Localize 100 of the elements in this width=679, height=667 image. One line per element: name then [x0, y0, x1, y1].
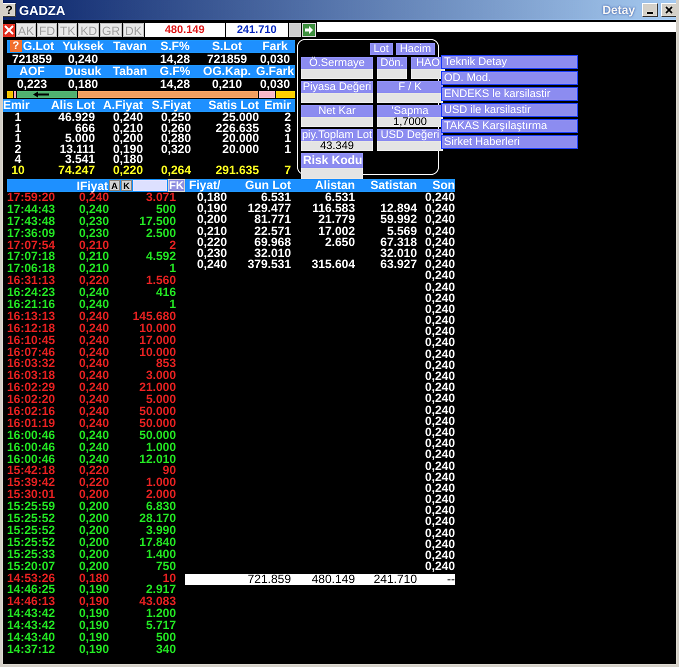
- table-cell-text: 0,240: [424, 315, 455, 326]
- table-cell-text: 5.569: [386, 226, 417, 237]
- table-cell-text: 16:02:29: [7, 382, 56, 394]
- column-header: Satistan: [369, 179, 417, 192]
- table-cell-text: 28.170: [138, 513, 176, 525]
- table-cell-text: 16:00:46: [7, 442, 56, 454]
- table-cell-text: 0,030: [258, 52, 292, 65]
- table-cell-text: 10: [162, 572, 176, 584]
- table-cell-text: 3.071: [144, 192, 176, 204]
- field-label: Net Kar: [301, 105, 373, 117]
- menu-button[interactable]: ENDEKS le karsilastir: [441, 87, 578, 101]
- table-cell-text: 0,240: [424, 226, 455, 237]
- menu-button[interactable]: TAKAS Karşılaştırma: [441, 119, 578, 133]
- table-cell-text: 853: [156, 358, 176, 370]
- column-header: Emir: [263, 99, 291, 112]
- table-cell-text: 15:25:33: [7, 548, 56, 561]
- table-cell-text: 0,210: [112, 122, 143, 133]
- blank-field: [288, 23, 301, 37]
- help-icon[interactable]: ?: [3, 3, 16, 17]
- table-cell-text: 0,240: [424, 192, 455, 204]
- toolbar-button[interactable]: FD: [37, 23, 58, 37]
- table-cell-text: 13.111: [58, 144, 95, 154]
- table-cell-text: 0,240: [78, 322, 109, 335]
- header-label: S.Lot: [212, 40, 242, 52]
- fk-button[interactable]: FK: [168, 179, 185, 192]
- table-cell-text: 0,210: [78, 240, 109, 252]
- table-cell-text: 15:20:07: [7, 560, 56, 572]
- table-cell-text: 0,250: [160, 112, 191, 122]
- toggle-button[interactable]: Hacim: [396, 43, 435, 55]
- table-cell-text: 0,240: [424, 460, 455, 472]
- table-cell-text: 721859: [206, 52, 248, 65]
- minimize-button[interactable]: [642, 3, 658, 17]
- table-cell-text: 17:36:09: [7, 228, 56, 240]
- toolbar-button[interactable]: KD: [78, 23, 100, 37]
- table-cell-text: 14:46:13: [7, 596, 56, 608]
- toolbar-button[interactable]: TK: [58, 23, 78, 37]
- table-cell-text: 0,240: [424, 259, 455, 270]
- table-cell-text: 16:03:18: [7, 370, 56, 382]
- table-cell-text: 17:43:48: [7, 216, 56, 228]
- table-cell-text: 0,240: [78, 454, 109, 466]
- toolbar-button[interactable]: AK: [16, 23, 36, 37]
- table-cell-text: 0,240: [424, 561, 455, 572]
- menu-button[interactable]: OD. Mod.: [441, 71, 578, 85]
- column-header: Alistan: [314, 179, 355, 192]
- input-field[interactable]: [133, 180, 167, 191]
- toolbar-button[interactable]: DK: [123, 23, 144, 37]
- table-cell-text: 0,180: [197, 192, 228, 204]
- value-field: [301, 117, 373, 127]
- toolbar-button[interactable]: GR: [100, 23, 122, 37]
- table-cell-text: 145.680: [132, 310, 176, 323]
- table-cell-text: 0,240: [424, 550, 455, 562]
- menu-button[interactable]: Teknik Detay: [441, 55, 578, 69]
- help-icon[interactable]: ?: [10, 40, 22, 52]
- table-cell-text: 0,240: [424, 304, 455, 316]
- table-cell-text: 14:53:26: [7, 572, 56, 584]
- table-cell-text: 14,28: [158, 78, 192, 90]
- field-label: Dön.: [377, 57, 407, 69]
- table-cell-text: 291.635: [214, 164, 259, 175]
- header-label: Yuksek: [62, 40, 104, 52]
- table-cell-text: 340: [154, 644, 176, 656]
- table-cell-text: 0,210: [78, 251, 109, 264]
- close-button[interactable]: [661, 3, 676, 17]
- input-field[interactable]: [316, 22, 676, 32]
- table-cell-text: 16:02:16: [7, 406, 56, 418]
- table-cell-text: 6.531: [260, 192, 291, 204]
- table-cell-text: 15:25:52: [7, 513, 56, 525]
- table-cell-text: 1.560: [144, 275, 176, 288]
- table-cell-text: 16:24:23: [7, 287, 56, 300]
- toggle-button[interactable]: Lot: [370, 43, 393, 55]
- header-label: G.Lot: [22, 40, 54, 52]
- table-cell-text: 379.531: [246, 259, 291, 270]
- table-cell-text: 0,264: [160, 164, 191, 175]
- table-cell-text: 0,240: [196, 259, 228, 270]
- filter-button[interactable]: K: [121, 180, 132, 191]
- table-cell-text: 10: [10, 164, 26, 175]
- table-cell-text: 21.779: [318, 214, 355, 226]
- table-cell-text: 0,220: [78, 275, 109, 288]
- table-cell-text: 0,240: [78, 192, 109, 204]
- table-cell-text: 4: [14, 154, 22, 164]
- table-cell-text: 0,200: [112, 133, 143, 144]
- table-cell-text: 0,240: [424, 248, 455, 260]
- table-cell-text: 0,240: [424, 482, 455, 494]
- table-cell-text: 0,240: [78, 204, 109, 216]
- table-cell-text: 32.010: [254, 248, 291, 260]
- menu-button[interactable]: Sirket Haberleri: [441, 135, 578, 149]
- filter-button[interactable]: A: [109, 180, 120, 191]
- table-cell-text: 4.592: [144, 251, 176, 264]
- table-cell-text: 0,240: [66, 52, 100, 65]
- table-cell-text: 0,240: [424, 337, 455, 349]
- table-cell-text: 0,210: [196, 226, 228, 237]
- table-cell-text: 14:43:42: [7, 608, 56, 620]
- menu-button[interactable]: USD ile karsilastir: [441, 103, 578, 117]
- table-cell-text: 7: [283, 164, 291, 175]
- table-cell-text: 16:00:46: [7, 454, 56, 466]
- column-header: Fiyat/: [188, 179, 222, 192]
- table-cell-text: 0,223: [16, 78, 48, 90]
- header-label: Dusuk: [64, 65, 102, 78]
- total-cell-text: 241.710: [372, 574, 417, 586]
- go-button[interactable]: [302, 23, 316, 37]
- close-icon[interactable]: [3, 24, 15, 36]
